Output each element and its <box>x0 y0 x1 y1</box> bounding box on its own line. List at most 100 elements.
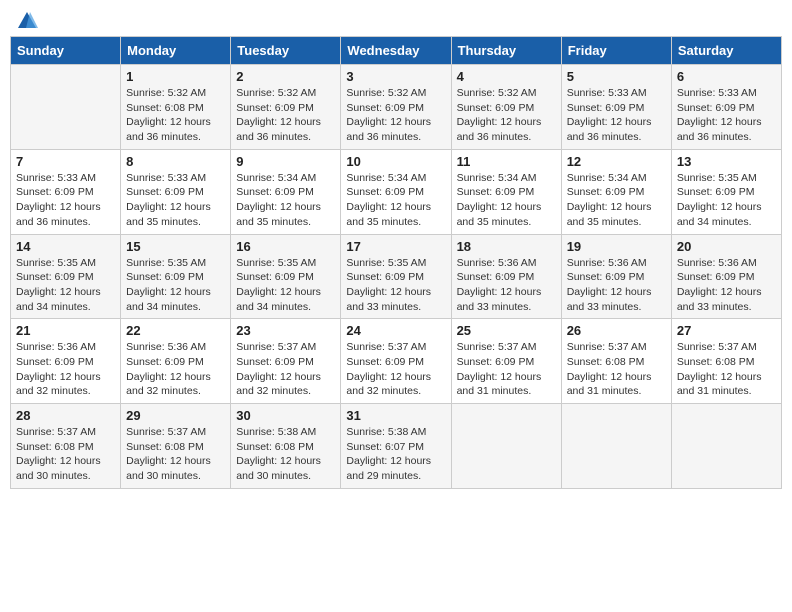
day-number: 7 <box>16 154 115 169</box>
day-number: 2 <box>236 69 335 84</box>
day-info: Sunrise: 5:33 AM Sunset: 6:09 PM Dayligh… <box>126 171 225 230</box>
calendar-cell: 18 Sunrise: 5:36 AM Sunset: 6:09 PM Dayli… <box>451 234 561 319</box>
day-number: 18 <box>457 239 556 254</box>
day-info: Sunrise: 5:35 AM Sunset: 6:09 PM Dayligh… <box>126 256 225 315</box>
day-number: 28 <box>16 408 115 423</box>
calendar-header: Sunday Monday Tuesday Wednesday Thursday… <box>11 37 782 65</box>
calendar-cell: 13 Sunrise: 5:35 AM Sunset: 6:09 PM Dayli… <box>671 149 781 234</box>
day-info: Sunrise: 5:33 AM Sunset: 6:09 PM Dayligh… <box>16 171 115 230</box>
calendar-cell: 8 Sunrise: 5:33 AM Sunset: 6:09 PM Daylig… <box>121 149 231 234</box>
day-number: 26 <box>567 323 666 338</box>
day-info: Sunrise: 5:36 AM Sunset: 6:09 PM Dayligh… <box>126 340 225 399</box>
day-number: 15 <box>126 239 225 254</box>
day-number: 8 <box>126 154 225 169</box>
day-number: 9 <box>236 154 335 169</box>
day-number: 6 <box>677 69 776 84</box>
calendar-cell: 1 Sunrise: 5:32 AM Sunset: 6:08 PM Daylig… <box>121 65 231 150</box>
day-number: 21 <box>16 323 115 338</box>
calendar-cell <box>671 404 781 489</box>
day-number: 22 <box>126 323 225 338</box>
day-number: 23 <box>236 323 335 338</box>
col-wednesday: Wednesday <box>341 37 451 65</box>
calendar-cell: 15 Sunrise: 5:35 AM Sunset: 6:09 PM Dayli… <box>121 234 231 319</box>
calendar-cell: 25 Sunrise: 5:37 AM Sunset: 6:09 PM Dayli… <box>451 319 561 404</box>
day-info: Sunrise: 5:37 AM Sunset: 6:08 PM Dayligh… <box>126 425 225 484</box>
calendar-week-3: 14 Sunrise: 5:35 AM Sunset: 6:09 PM Dayli… <box>11 234 782 319</box>
day-info: Sunrise: 5:36 AM Sunset: 6:09 PM Dayligh… <box>677 256 776 315</box>
day-number: 17 <box>346 239 445 254</box>
day-info: Sunrise: 5:36 AM Sunset: 6:09 PM Dayligh… <box>16 340 115 399</box>
col-saturday: Saturday <box>671 37 781 65</box>
day-number: 11 <box>457 154 556 169</box>
day-number: 12 <box>567 154 666 169</box>
calendar-cell: 6Sunrise: 5:33 AM Sunset: 6:09 PM Daylig… <box>671 65 781 150</box>
calendar-cell: 19 Sunrise: 5:36 AM Sunset: 6:09 PM Dayli… <box>561 234 671 319</box>
col-sunday: Sunday <box>11 37 121 65</box>
calendar-cell: 14 Sunrise: 5:35 AM Sunset: 6:09 PM Dayli… <box>11 234 121 319</box>
day-number: 5 <box>567 69 666 84</box>
day-info: Sunrise: 5:36 AM Sunset: 6:09 PM Dayligh… <box>457 256 556 315</box>
header-row: Sunday Monday Tuesday Wednesday Thursday… <box>11 37 782 65</box>
day-number: 1 <box>126 69 225 84</box>
calendar-cell: 10 Sunrise: 5:34 AM Sunset: 6:09 PM Dayli… <box>341 149 451 234</box>
day-info: Sunrise: 5:35 AM Sunset: 6:09 PM Dayligh… <box>677 171 776 230</box>
day-number: 19 <box>567 239 666 254</box>
col-tuesday: Tuesday <box>231 37 341 65</box>
day-number: 29 <box>126 408 225 423</box>
col-friday: Friday <box>561 37 671 65</box>
calendar-cell <box>11 65 121 150</box>
calendar-cell: 22 Sunrise: 5:36 AM Sunset: 6:09 PM Dayli… <box>121 319 231 404</box>
day-info: Sunrise: 5:32 AM Sunset: 6:09 PM Dayligh… <box>457 86 556 145</box>
day-number: 4 <box>457 69 556 84</box>
day-info: Sunrise: 5:32 AM Sunset: 6:09 PM Dayligh… <box>236 86 335 145</box>
calendar-cell: 31Sunrise: 5:38 AM Sunset: 6:07 PM Dayli… <box>341 404 451 489</box>
calendar-week-5: 28 Sunrise: 5:37 AM Sunset: 6:08 PM Dayli… <box>11 404 782 489</box>
day-number: 27 <box>677 323 776 338</box>
day-number: 13 <box>677 154 776 169</box>
calendar-cell: 26 Sunrise: 5:37 AM Sunset: 6:08 PM Dayli… <box>561 319 671 404</box>
calendar-table: Sunday Monday Tuesday Wednesday Thursday… <box>10 36 782 489</box>
calendar-cell: 29 Sunrise: 5:37 AM Sunset: 6:08 PM Dayli… <box>121 404 231 489</box>
calendar-cell: 2 Sunrise: 5:32 AM Sunset: 6:09 PM Daylig… <box>231 65 341 150</box>
day-number: 10 <box>346 154 445 169</box>
day-number: 3 <box>346 69 445 84</box>
calendar-cell: 11 Sunrise: 5:34 AM Sunset: 6:09 PM Dayli… <box>451 149 561 234</box>
logo-icon <box>16 10 38 32</box>
day-info: Sunrise: 5:32 AM Sunset: 6:08 PM Dayligh… <box>126 86 225 145</box>
day-info: Sunrise: 5:35 AM Sunset: 6:09 PM Dayligh… <box>16 256 115 315</box>
calendar-cell <box>451 404 561 489</box>
day-number: 30 <box>236 408 335 423</box>
day-number: 14 <box>16 239 115 254</box>
day-number: 20 <box>677 239 776 254</box>
day-info: Sunrise: 5:37 AM Sunset: 6:08 PM Dayligh… <box>567 340 666 399</box>
calendar-cell: 4 Sunrise: 5:32 AM Sunset: 6:09 PM Daylig… <box>451 65 561 150</box>
day-info: Sunrise: 5:38 AM Sunset: 6:07 PM Dayligh… <box>346 425 445 484</box>
calendar-week-1: 1 Sunrise: 5:32 AM Sunset: 6:08 PM Daylig… <box>11 65 782 150</box>
day-info: Sunrise: 5:34 AM Sunset: 6:09 PM Dayligh… <box>346 171 445 230</box>
day-info: Sunrise: 5:32 AM Sunset: 6:09 PM Dayligh… <box>346 86 445 145</box>
day-number: 25 <box>457 323 556 338</box>
calendar-cell: 24Sunrise: 5:37 AM Sunset: 6:09 PM Dayli… <box>341 319 451 404</box>
calendar-cell: 20 Sunrise: 5:36 AM Sunset: 6:09 PM Dayli… <box>671 234 781 319</box>
day-info: Sunrise: 5:35 AM Sunset: 6:09 PM Dayligh… <box>236 256 335 315</box>
day-info: Sunrise: 5:37 AM Sunset: 6:08 PM Dayligh… <box>677 340 776 399</box>
calendar-cell: 9 Sunrise: 5:34 AM Sunset: 6:09 PM Daylig… <box>231 149 341 234</box>
calendar-cell: 28Sunrise: 5:37 AM Sunset: 6:08 PM Dayli… <box>11 404 121 489</box>
day-info: Sunrise: 5:34 AM Sunset: 6:09 PM Dayligh… <box>236 171 335 230</box>
day-info: Sunrise: 5:33 AM Sunset: 6:09 PM Dayligh… <box>567 86 666 145</box>
day-info: Sunrise: 5:38 AM Sunset: 6:08 PM Dayligh… <box>236 425 335 484</box>
calendar-body: 1 Sunrise: 5:32 AM Sunset: 6:08 PM Daylig… <box>11 65 782 489</box>
day-info: Sunrise: 5:37 AM Sunset: 6:09 PM Dayligh… <box>457 340 556 399</box>
calendar-cell: 12 Sunrise: 5:34 AM Sunset: 6:09 PM Dayli… <box>561 149 671 234</box>
page-header <box>10 10 782 32</box>
day-info: Sunrise: 5:37 AM Sunset: 6:09 PM Dayligh… <box>346 340 445 399</box>
calendar-cell: 27 Sunrise: 5:37 AM Sunset: 6:08 PM Dayli… <box>671 319 781 404</box>
col-thursday: Thursday <box>451 37 561 65</box>
calendar-cell: 7 Sunrise: 5:33 AM Sunset: 6:09 PM Daylig… <box>11 149 121 234</box>
calendar-cell: 30 Sunrise: 5:38 AM Sunset: 6:08 PM Dayli… <box>231 404 341 489</box>
day-info: Sunrise: 5:34 AM Sunset: 6:09 PM Dayligh… <box>457 171 556 230</box>
day-info: Sunrise: 5:36 AM Sunset: 6:09 PM Dayligh… <box>567 256 666 315</box>
day-info: Sunrise: 5:37 AM Sunset: 6:09 PM Dayligh… <box>236 340 335 399</box>
calendar-week-2: 7 Sunrise: 5:33 AM Sunset: 6:09 PM Daylig… <box>11 149 782 234</box>
day-info: Sunrise: 5:34 AM Sunset: 6:09 PM Dayligh… <box>567 171 666 230</box>
